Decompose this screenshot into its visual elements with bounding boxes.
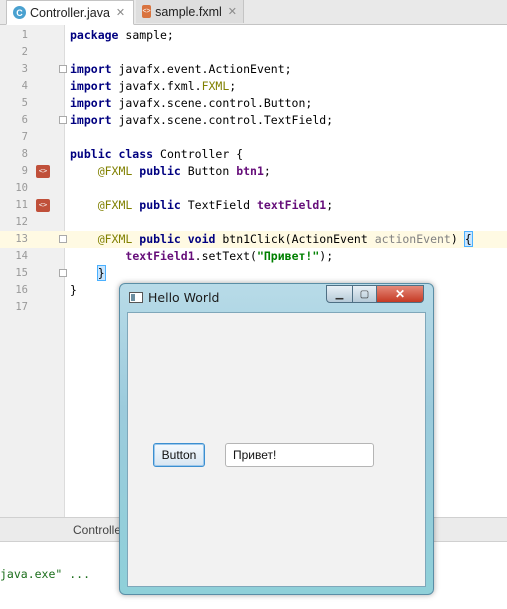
matched-brace: } <box>96 265 106 281</box>
btn1-button[interactable]: Button <box>153 443 205 467</box>
code-text: } <box>70 283 77 297</box>
code-text: ; <box>263 164 271 178</box>
field-name: textField1 <box>125 249 195 263</box>
code-text: javafx.fxml. <box>111 79 202 93</box>
line-number: 14 <box>15 250 28 262</box>
code-text: Controller { <box>153 147 244 161</box>
line-number: 6 <box>21 114 28 126</box>
line-number: 13 <box>15 233 28 245</box>
field-name: btn1 <box>236 164 264 178</box>
code-line: 4 import javafx.fxml.FXML; <box>0 78 507 95</box>
maximize-button[interactable]: ▢ <box>352 285 377 303</box>
close-icon[interactable]: ✕ <box>116 6 125 19</box>
string-literal: "Привет!" <box>256 249 320 263</box>
line-number: 16 <box>15 284 28 296</box>
tab-label: sample.fxml <box>155 4 222 19</box>
window-client-area: Button Привет! <box>127 312 426 587</box>
line-number: 4 <box>21 80 28 92</box>
text-field-1[interactable]: Привет! <box>225 443 374 467</box>
fold-icon[interactable] <box>59 65 67 73</box>
keyword: public <box>139 198 181 212</box>
console-output: java.exe" ... <box>0 567 91 581</box>
fold-icon[interactable] <box>59 269 67 277</box>
keyword: import <box>70 79 112 93</box>
fxml-link-icon[interactable]: <> <box>36 199 50 212</box>
keyword: package <box>70 28 119 42</box>
keyword: import <box>70 62 112 76</box>
code-text: .setText( <box>194 249 257 263</box>
hello-world-window[interactable]: Hello World ▁ ▢ ✕ Button Привет! <box>119 283 434 595</box>
code-line: 7 <box>0 129 507 146</box>
keyword: public <box>139 164 181 178</box>
parameter-name: actionEvent <box>374 232 451 246</box>
fold-icon[interactable] <box>59 235 67 243</box>
code-text: ; <box>326 198 334 212</box>
line-number: 15 <box>15 267 28 279</box>
line-number: 5 <box>21 97 28 109</box>
field-name: textField1 <box>256 198 327 212</box>
keyword: public void <box>139 232 216 246</box>
fold-icon[interactable] <box>59 116 67 124</box>
code-line: 2 <box>0 44 507 61</box>
bottom-tab-label: Controller <box>73 523 126 537</box>
line-number: 9 <box>21 165 28 177</box>
code-text: ); <box>319 249 334 263</box>
tab-controller-java[interactable]: C Controller.java ✕ <box>6 0 134 25</box>
code-line: 5 import javafx.scene.control.Button; <box>0 95 507 112</box>
minimize-icon: ▁ <box>335 288 344 300</box>
code-text: ) <box>450 232 465 246</box>
code-text: javafx.scene.control.TextField; <box>111 113 334 127</box>
code-line: 6 import javafx.scene.control.TextField; <box>0 112 507 129</box>
tab-sample-fxml[interactable]: <> sample.fxml ✕ <box>136 0 244 23</box>
close-icon[interactable]: ✕ <box>228 5 237 18</box>
annotation-text: @FXML <box>97 164 133 178</box>
maximize-icon: ▢ <box>359 288 370 300</box>
editor-tab-bar: C Controller.java ✕ <> sample.fxml ✕ <box>0 0 507 25</box>
close-icon: ✕ <box>394 287 406 301</box>
code-line: 8 public class Controller { <box>0 146 507 163</box>
close-window-button[interactable]: ✕ <box>376 285 424 303</box>
code-line: 9 <> @FXML public Button btn1; <box>0 163 507 180</box>
annotation-text: FXML <box>201 79 230 93</box>
code-line: 1 package sample; <box>0 27 507 44</box>
keyword: import <box>70 113 112 127</box>
line-number: 2 <box>21 46 28 58</box>
line-number: 11 <box>15 199 28 211</box>
java-class-icon: C <box>13 6 26 19</box>
minimize-button[interactable]: ▁ <box>326 285 353 303</box>
current-code-line: 13 @FXML public void btn1Click(ActionEve… <box>0 231 507 248</box>
line-number: 7 <box>21 131 28 143</box>
tab-label: Controller.java <box>30 5 110 20</box>
code-text: javafx.scene.control.Button; <box>111 96 313 110</box>
window-title: Hello World <box>148 290 220 305</box>
fxml-file-icon: <> <box>142 5 152 18</box>
line-number: 17 <box>15 301 28 313</box>
line-number: 12 <box>15 216 28 228</box>
code-line: 15 } <box>0 265 507 282</box>
keyword: public class <box>70 147 154 161</box>
matched-brace: { <box>463 231 473 247</box>
line-number: 8 <box>21 148 28 160</box>
line-number: 3 <box>21 63 28 75</box>
code-line: 10 <box>0 180 507 197</box>
line-number: 1 <box>21 29 28 41</box>
code-text: sample; <box>118 28 174 42</box>
code-text: btn1Click(ActionEvent <box>215 232 375 246</box>
code-text: ; <box>229 79 237 93</box>
annotation-text: @FXML <box>97 232 133 246</box>
code-line: 14 textField1.setText("Привет!"); <box>0 248 507 265</box>
code-text: TextField <box>180 198 257 212</box>
app-window-icon <box>129 292 143 303</box>
code-text: javafx.event.ActionEvent; <box>111 62 292 76</box>
code-text: Button <box>180 164 237 178</box>
line-number: 10 <box>15 182 28 194</box>
fxml-link-icon[interactable]: <> <box>36 165 50 178</box>
code-line: 3 import javafx.event.ActionEvent; <box>0 61 507 78</box>
code-line: 12 <box>0 214 507 231</box>
code-line: 11 <> @FXML public TextField textField1; <box>0 197 507 214</box>
keyword: import <box>70 96 112 110</box>
annotation-text: @FXML <box>97 198 133 212</box>
